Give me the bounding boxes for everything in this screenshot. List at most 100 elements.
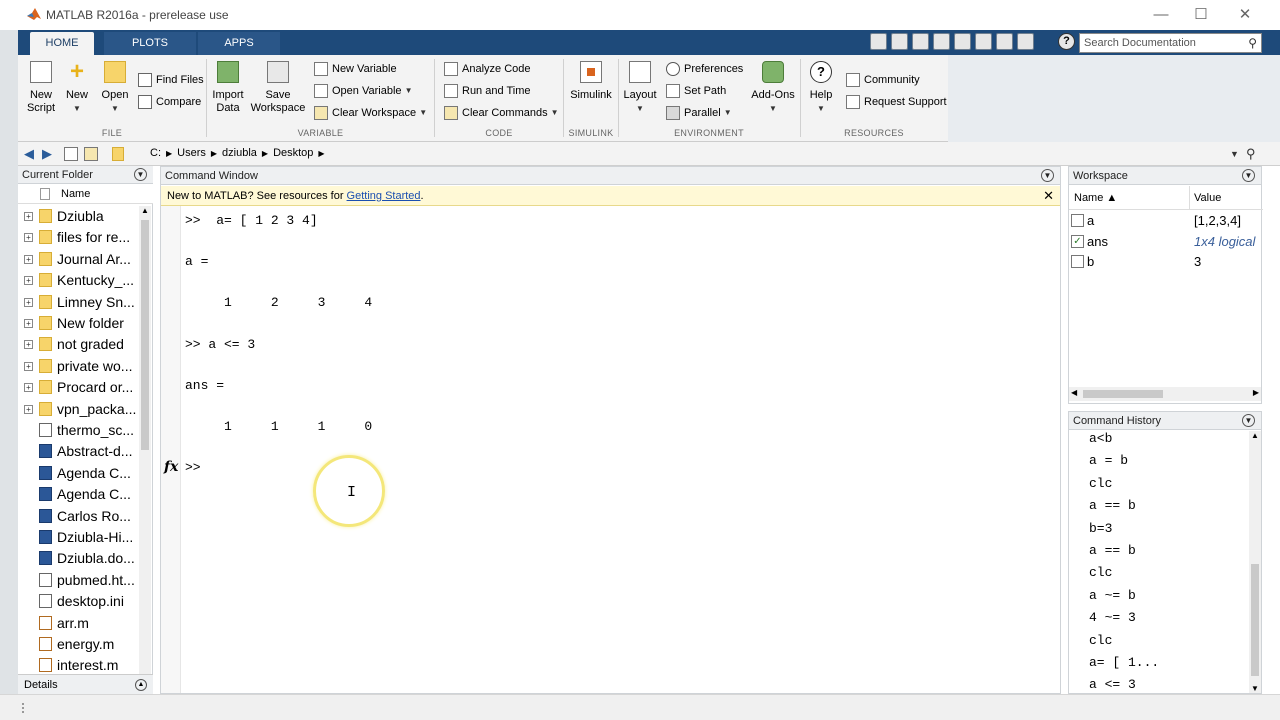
compare-button[interactable]: Compare	[138, 93, 201, 111]
switch-windows-icon[interactable]	[1017, 33, 1034, 50]
history-entry[interactable]: clc	[1089, 633, 1112, 648]
forward-arrow-icon[interactable]: ▶	[42, 146, 52, 162]
parallel-button[interactable]: Parallel ▼	[666, 104, 732, 122]
list-item[interactable]: + Procard or...	[18, 377, 140, 398]
list-item[interactable]: arr.m	[18, 613, 140, 634]
maximize-button[interactable]: ☐	[1186, 4, 1216, 26]
list-item[interactable]: + Kentucky_...	[18, 270, 140, 291]
scroll-down-icon[interactable]: ▼	[1251, 684, 1259, 693]
list-item[interactable]: + files for re...	[18, 227, 140, 248]
browse-folder-icon[interactable]	[84, 147, 98, 161]
list-item[interactable]: Agenda C...	[18, 463, 140, 484]
list-item[interactable]: Carlos Ro...	[18, 506, 140, 527]
layout-button[interactable]: Layout ▼	[622, 61, 658, 115]
breadcrumb-dziubla[interactable]: dziubla	[222, 147, 257, 159]
open-variable-button[interactable]: Open Variable ▼	[314, 82, 413, 100]
list-item[interactable]: Agenda C...	[18, 484, 140, 505]
close-banner-icon[interactable]: ✕	[1043, 186, 1054, 206]
expand-folder-icon[interactable]: +	[24, 212, 33, 221]
history-entry[interactable]: clc	[1089, 565, 1112, 580]
help-icon[interactable]: ?	[1058, 33, 1075, 50]
address-dropdown-icon[interactable]: ▼	[1230, 149, 1239, 159]
history-entry[interactable]: a == b	[1089, 498, 1136, 513]
run-and-time-button[interactable]: Run and Time	[444, 82, 530, 100]
details-panel-header[interactable]: Details ▲	[18, 674, 153, 694]
expand-folder-icon[interactable]: +	[24, 383, 33, 393]
save-workspace-button[interactable]: Save Workspace	[250, 61, 306, 115]
function-browser-icon[interactable]: fx	[164, 459, 178, 475]
tab-home[interactable]: HOME	[30, 32, 94, 55]
up-folder-icon[interactable]	[64, 147, 78, 161]
breadcrumb-desktop[interactable]: Desktop	[273, 147, 313, 159]
expand-folder-icon[interactable]: +	[24, 254, 33, 264]
workspace-row[interactable]: ✓ ans 1x4 logical	[1069, 232, 1263, 252]
search-icon[interactable]: ⚲	[1248, 36, 1257, 50]
new-variable-button[interactable]: New Variable	[314, 60, 397, 78]
command-history-scrollbar[interactable]: ▲ ▼	[1249, 431, 1261, 693]
new-button[interactable]: + New ▼	[62, 60, 92, 115]
cut-icon[interactable]	[912, 33, 929, 50]
workspace-hscrollbar[interactable]: ◀ ▶	[1069, 387, 1261, 401]
breadcrumb-users[interactable]: Users	[177, 147, 206, 159]
history-entry[interactable]: a <= 3	[1089, 677, 1136, 692]
list-item[interactable]: Dziubla.do...	[18, 548, 140, 569]
name-column-header[interactable]: Name	[18, 184, 153, 204]
redo-icon[interactable]	[996, 33, 1013, 50]
list-item[interactable]: + private wo...	[18, 356, 140, 377]
list-item[interactable]: + Dziubla	[18, 206, 140, 227]
list-item[interactable]: + vpn_packa...	[18, 399, 140, 420]
expand-folder-icon[interactable]: +	[24, 297, 33, 307]
scrollbar-thumb[interactable]	[141, 220, 149, 450]
list-item[interactable]: Abstract-d...	[18, 441, 140, 462]
scrollbar-thumb[interactable]	[1251, 564, 1259, 676]
scroll-up-icon[interactable]: ▲	[141, 206, 149, 215]
list-item[interactable]: thermo_sc...	[18, 420, 140, 441]
history-entry[interactable]: a == b	[1089, 543, 1136, 558]
history-entry[interactable]: 4 ~= 3	[1089, 610, 1136, 625]
panel-menu-icon[interactable]: ▼	[1242, 414, 1255, 427]
search-folder-icon[interactable]: ⚲	[1246, 146, 1256, 162]
expand-folder-icon[interactable]: +	[24, 340, 33, 350]
list-item[interactable]: + New folder	[18, 313, 140, 334]
history-entry[interactable]: clc	[1089, 476, 1112, 491]
list-item[interactable]: Dziubla-Hi...	[18, 527, 140, 548]
search-documentation-input[interactable]: Search Documentation ⚲	[1079, 33, 1262, 53]
open-button[interactable]: Open ▼	[100, 61, 130, 115]
breadcrumb-separator-icon[interactable]: ▶	[211, 149, 217, 158]
preferences-button[interactable]: Preferences	[666, 60, 743, 78]
list-item[interactable]: pubmed.ht...	[18, 570, 140, 591]
history-entry[interactable]: a = b	[1089, 453, 1128, 468]
expand-folder-icon[interactable]: +	[24, 361, 33, 371]
save-icon[interactable]	[891, 33, 908, 50]
scroll-right-icon[interactable]: ▶	[1253, 388, 1259, 397]
simulink-button[interactable]: Simulink	[570, 61, 612, 102]
breadcrumb-separator-icon[interactable]: ▶	[318, 149, 324, 158]
paste-icon[interactable]	[954, 33, 971, 50]
expand-folder-icon[interactable]: +	[24, 319, 33, 328]
workspace-row[interactable]: a [1,2,3,4]	[1069, 211, 1263, 231]
list-item[interactable]: + Journal Ar...	[18, 249, 140, 270]
panel-menu-icon[interactable]: ▼	[1041, 169, 1054, 182]
tab-apps[interactable]: APPS	[198, 32, 280, 55]
history-entry[interactable]: b=3	[1089, 521, 1112, 536]
history-entry[interactable]: a= [ 1...	[1089, 655, 1159, 670]
analyze-code-button[interactable]: Analyze Code	[444, 60, 531, 78]
set-path-button[interactable]: Set Path	[666, 82, 726, 100]
list-item[interactable]: + not graded	[18, 334, 140, 355]
copy-icon[interactable]	[933, 33, 950, 50]
history-entry[interactable]: a<b	[1089, 431, 1112, 446]
list-item[interactable]: + Limney Sn...	[18, 292, 140, 313]
workspace-row[interactable]: b3	[1069, 252, 1263, 272]
close-window-button[interactable]: ✕	[1230, 4, 1260, 26]
expand-folder-icon[interactable]: +	[24, 233, 33, 243]
breadcrumb-drive[interactable]: C:	[150, 147, 161, 159]
breadcrumb-separator-icon[interactable]: ▶	[166, 149, 172, 158]
getting-started-link[interactable]: Getting Started	[347, 190, 421, 202]
breadcrumb-separator-icon[interactable]: ▶	[262, 149, 268, 158]
panel-menu-icon[interactable]: ▼	[1242, 169, 1255, 182]
tab-plots[interactable]: PLOTS	[104, 32, 196, 55]
history-entry[interactable]: a ~= b	[1089, 588, 1136, 603]
current-folder-scrollbar[interactable]: ▲ ▼	[139, 206, 151, 692]
panel-menu-icon[interactable]: ▼	[134, 168, 147, 181]
new-script-button[interactable]: New Script	[22, 61, 60, 115]
